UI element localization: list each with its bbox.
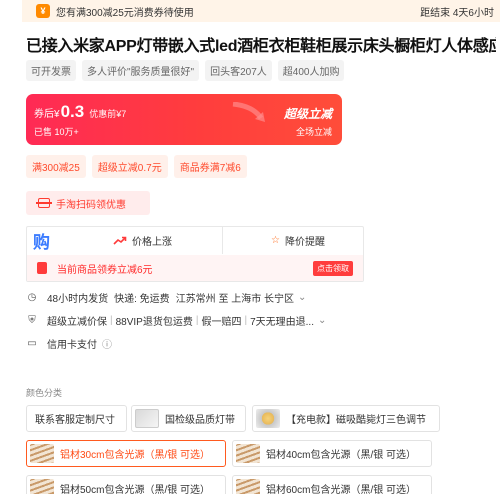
banner-text: 您有满300减25元消费券待使用 [56,7,194,19]
star-icon: ☆ [271,235,280,246]
sku-option-label: 铝材50cm包含光源（黑/银 可选） [60,485,211,494]
coupon-chip[interactable]: 超级立减0.7元 [91,155,168,178]
guarantee-item: 超级立减价保 [47,317,107,328]
chevron-down-icon: ⌄ [298,292,307,303]
sold-count: 已售 10万+ [34,127,79,137]
info-icon[interactable]: ⓘ [102,336,112,351]
shipping-route: 江苏常州 至 上海市 长宁区 [175,294,295,305]
sku-option-label: 铝材30cm包含光源（黑/银 可选） [60,450,211,461]
promo-title: 超级立减 [283,107,332,121]
sku-option-label: 铝材40cm包含光源（黑/银 可选） [266,450,417,461]
sku-thumbnail [236,444,260,463]
guarantee-item: 假一赔四 [201,317,242,328]
tag-returning-customers: 回头客207人 [205,60,272,81]
price-trend-button[interactable]: 价格上涨 [113,233,172,248]
payment-label: 信用卡支付 [47,340,97,351]
guarantee-item: 88VIP退货包运费 [115,317,193,328]
arrow-down-icon [232,102,265,122]
chevron-down-icon: ⌄ [317,315,327,326]
separator: | [195,315,199,326]
scan-coupon-button[interactable]: 手淘扫码领优惠 [26,191,150,215]
coupon-tag-icon [37,262,47,274]
sku-option[interactable]: 联系客服定制尺寸 [26,405,127,432]
sku-thumbnail [30,479,54,494]
sku-thumbnail [135,409,159,428]
scan-icon [36,198,52,208]
price-trend-label: 价格上涨 [132,237,172,248]
tag-invoice: 可开发票 [26,60,76,81]
sku-option-label: 铝材60cm包含光源（黑/银 可选） [266,485,417,494]
price-tools-panel: 购 价格上涨 ☆ 降价提醒 当前商品领券立减6元 点击领取 [26,226,364,282]
shipping-time: 48小时内发货 [47,294,109,305]
coupon-bag-icon: ¥ [36,4,50,18]
tag-reviews[interactable]: 多人评价"服务质量很好" [82,60,200,81]
coupon-list: 满300减25 超级立减0.7元 商品券满7减6 [26,155,247,178]
sku-option[interactable]: 【充电款】磁吸酷毙灯三色调节 [252,405,440,432]
price-drop-alert-label: 降价提醒 [284,237,325,248]
banner-countdown: 距结束 4天6小时 [420,7,494,19]
separator: | [110,315,113,326]
coupon-chip[interactable]: 满300减25 [26,155,86,178]
sku-option[interactable]: 铝材60cm包含光源（黑/银 可选） [232,475,432,494]
separator: | [244,315,248,326]
sku-option[interactable]: 铝材40cm包含光源（黑/银 可选） [232,440,432,467]
coupon-claim-text: 当前商品领券立减6元 [57,264,153,276]
price-value: 0.3 [60,102,85,121]
scan-button-label: 手淘扫码领优惠 [56,199,126,211]
coupon-chip[interactable]: 商品券满7减6 [173,155,247,178]
shipping-fee: 快递: 免运费 [114,294,170,305]
sku-option-selected[interactable]: 铝材30cm包含光源（黑/银 可选） [26,440,226,467]
price-drop-alert-button[interactable]: ☆ 降价提醒 [271,233,325,248]
credit-card-icon: ▭ [27,338,37,349]
product-title: 已接入米家APP灯带嵌入式led酒柜衣柜鞋柜展示床头橱柜灯人体感应 [26,38,496,55]
payment-row[interactable]: ▭ 信用卡支付 ⓘ [26,336,112,351]
sku-section-label: 颜色分类 [26,388,63,398]
sku-option-label: 国检级品质灯带 [165,415,235,426]
price-line: 券后¥ 0.3 优惠前¥7 [34,102,126,122]
tag-add-to-cart-count: 超400人加购 [277,60,345,81]
guarantee-item: 7天无理由退... [250,317,314,328]
price-card: 券后¥ 0.3 优惠前¥7 已售 10万+ 超级立减 全场立减 [26,94,342,145]
shipping-row[interactable]: ◷ 48小时内发货 快递: 免运费 江苏常州 至 上海市 长宁区 ⌄ [26,290,307,305]
coupon-banner[interactable]: ¥ 您有满300减25元消费券待使用 距结束 4天6小时 [22,0,500,22]
shield-icon: ⛨ [28,315,36,326]
promo-subtitle: 全场立减 [295,127,332,137]
sku-thumbnail [30,444,54,463]
gou-logo: 购 [33,233,50,252]
price-prefix: 券后¥ [34,109,60,120]
sku-thumbnail [256,409,280,428]
sku-thumbnail [236,479,260,494]
original-price: 优惠前¥7 [89,109,127,119]
truck-icon: ◷ [27,292,37,303]
claim-coupon-button[interactable]: 点击领取 [313,260,353,276]
sku-option[interactable]: 国检级品质灯带 [131,405,246,432]
divider [222,227,223,254]
sku-option-label: 联系客服定制尺寸 [35,415,115,426]
sku-option-label: 【充电款】磁吸酷毙灯三色调节 [286,415,426,426]
coupon-claim-row: 当前商品领券立减6元 点击领取 [27,255,363,281]
guarantee-row[interactable]: ⛨ 超级立减价保 | 88VIP退货包运费 | 假一赔四 | 7天无理由退...… [26,313,326,328]
product-tags: 可开发票 多人评价"服务质量很好" 回头客207人 超400人加购 [26,60,345,81]
price-tools-header: 购 价格上涨 ☆ 降价提醒 [27,227,363,254]
trend-up-icon [113,236,127,245]
sku-option[interactable]: 铝材50cm包含光源（黑/银 可选） [26,475,226,494]
